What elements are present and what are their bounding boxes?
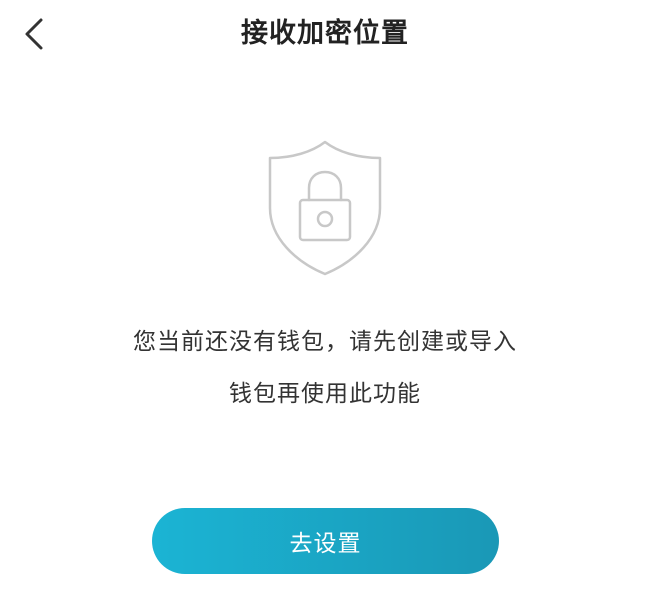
page-title: 接收加密位置 xyxy=(241,18,409,49)
empty-state-message: 您当前还没有钱包，请先创建或导入 钱包再使用此功能 xyxy=(0,316,650,420)
go-settings-button[interactable]: 去设置 xyxy=(152,508,499,574)
message-line-2: 钱包再使用此功能 xyxy=(229,381,421,407)
shield-lock-icon xyxy=(268,140,382,276)
message-line-1: 您当前还没有钱包，请先创建或导入 xyxy=(133,329,517,355)
header-bar: 接收加密位置 xyxy=(0,0,650,72)
